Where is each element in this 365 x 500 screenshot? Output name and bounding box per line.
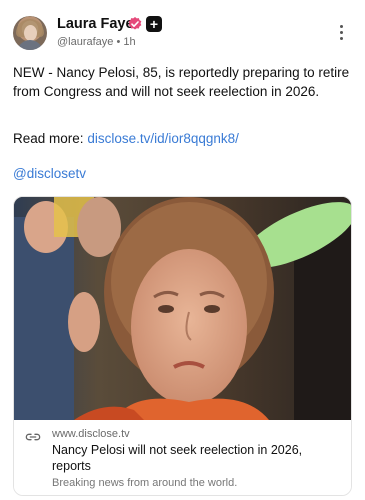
author-name[interactable]: Laura Faye — [57, 16, 134, 32]
plus-badge-icon: + — [146, 16, 162, 32]
news-photo-illustration — [14, 197, 351, 420]
verified-badge-icon — [128, 17, 142, 30]
link-title[interactable]: Nancy Pelosi will not seek reelection in… — [52, 442, 342, 474]
link-card-meta[interactable]: www.disclose.tv Nancy Pelosi will not se… — [14, 420, 351, 495]
more-vertical-icon[interactable] — [335, 25, 347, 43]
link-icon — [25, 433, 41, 441]
author-meta: @laurafaye • 1h — [57, 36, 136, 48]
read-more-link[interactable]: disclose.tv/id/ior8qqgnk8/ — [87, 131, 239, 146]
link-card[interactable]: www.disclose.tv Nancy Pelosi will not se… — [13, 196, 352, 496]
post-text: NEW - Nancy Pelosi, 85, is reportedly pr… — [13, 65, 350, 99]
read-more-line: Read more: disclose.tv/id/ior8qqgnk8/ — [13, 131, 239, 146]
meta-separator: • — [116, 36, 121, 48]
read-more-label: Read more: — [13, 131, 84, 146]
avatar-shirt — [17, 40, 43, 50]
link-description: Breaking news from around the world. — [52, 477, 238, 489]
avatar[interactable] — [13, 16, 47, 50]
link-domain: www.disclose.tv — [52, 428, 130, 440]
author-handle[interactable]: @laurafaye — [57, 36, 113, 48]
news-photo[interactable] — [14, 197, 351, 420]
post-time[interactable]: 1h — [123, 36, 135, 48]
post: Laura Faye + @laurafaye • 1h NEW - Nancy… — [0, 0, 365, 500]
avatar-face — [24, 25, 37, 41]
mention-link[interactable]: @disclosetv — [13, 166, 86, 181]
